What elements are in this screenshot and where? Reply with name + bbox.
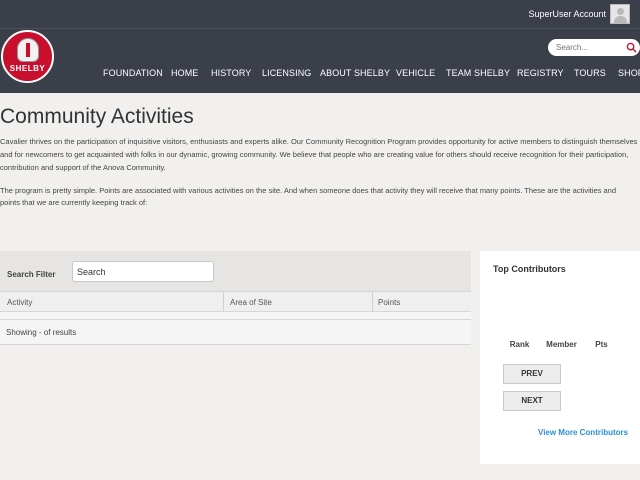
account-menu-label[interactable]: SuperUser Account bbox=[528, 9, 606, 19]
column-points[interactable]: Points bbox=[378, 298, 400, 307]
site-search-input[interactable] bbox=[556, 41, 622, 54]
activities-table-header: Activity Area of Site Points bbox=[0, 291, 471, 312]
nav-item-shop[interactable]: SHOP bbox=[618, 68, 640, 78]
column-activity[interactable]: Activity bbox=[7, 298, 32, 307]
nav-item-foundation[interactable]: FOUNDATION bbox=[103, 68, 163, 78]
next-button[interactable]: NEXT bbox=[503, 391, 561, 411]
top-bar: SuperUser Account ▾ bbox=[0, 0, 640, 28]
main-navbar: SHELBY FOUNDATION HOME HISTORY LICENSING… bbox=[0, 28, 640, 93]
user-avatar-icon[interactable] bbox=[610, 4, 630, 24]
avatar-body-shape bbox=[614, 16, 627, 23]
column-rank: Rank bbox=[503, 326, 537, 364]
column-divider bbox=[223, 292, 224, 312]
search-filter-input[interactable] bbox=[72, 261, 214, 282]
column-area-of-site[interactable]: Area of Site bbox=[230, 298, 272, 307]
table-showing-info: Showing - of results bbox=[0, 320, 471, 345]
column-pts: Pts bbox=[587, 326, 617, 364]
search-filter-label: Search Filter bbox=[7, 270, 56, 279]
intro-paragraph: Cavalier thrives on the participation of… bbox=[0, 137, 638, 172]
column-divider bbox=[372, 292, 373, 312]
avatar-head-shape bbox=[617, 8, 624, 15]
program-paragraph: The program is pretty simple. Points are… bbox=[0, 186, 616, 207]
primary-nav: FOUNDATION HOME HISTORY LICENSING ABOUT … bbox=[0, 68, 640, 82]
nav-item-team-shelby[interactable]: TEAM SHELBY bbox=[446, 68, 510, 78]
nav-item-tours[interactable]: TOURS bbox=[574, 68, 606, 78]
top-contributors-panel: Top Contributors Rank Member Pts PREV NE… bbox=[480, 251, 640, 464]
nav-item-history[interactable]: HISTORY bbox=[211, 68, 251, 78]
nav-item-about-shelby[interactable]: ABOUT SHELBY bbox=[320, 68, 390, 78]
top-contributors-title: Top Contributors bbox=[493, 264, 566, 274]
nav-item-registry[interactable]: REGISTRY bbox=[517, 68, 564, 78]
nav-item-licensing[interactable]: LICENSING bbox=[262, 68, 311, 78]
search-icon[interactable] bbox=[626, 42, 637, 53]
nav-item-vehicle[interactable]: VEHICLE bbox=[396, 68, 435, 78]
activities-table-body bbox=[0, 312, 471, 320]
nav-item-home[interactable]: HOME bbox=[171, 68, 198, 78]
prev-button[interactable]: PREV bbox=[503, 364, 561, 384]
activities-panel: Search Filter Activity Area of Site Poin… bbox=[0, 251, 471, 345]
site-search bbox=[548, 39, 640, 56]
view-more-contributors-link[interactable]: View More Contributors bbox=[538, 428, 628, 437]
page-title: Community Activities bbox=[0, 105, 194, 128]
cobra-emblem-icon bbox=[17, 38, 39, 62]
column-member: Member bbox=[537, 326, 587, 364]
